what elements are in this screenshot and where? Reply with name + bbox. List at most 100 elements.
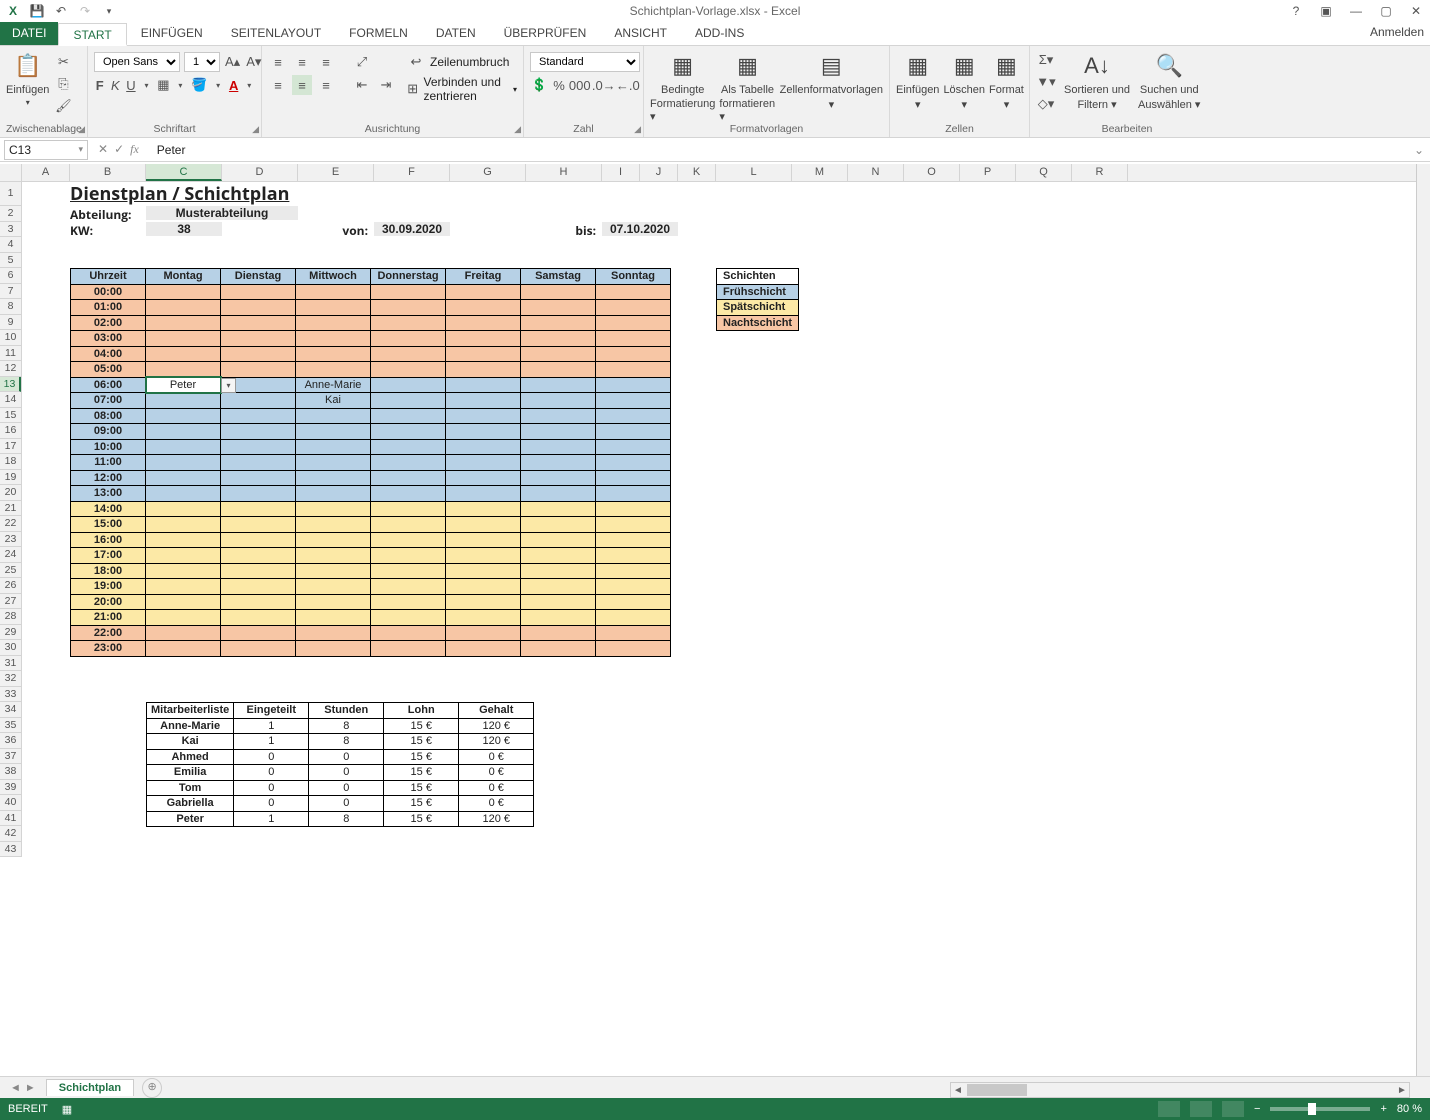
sched-cell[interactable] [146,362,221,378]
sched-cell[interactable] [446,315,521,331]
sched-cell[interactable] [296,641,371,657]
sched-cell[interactable] [371,594,446,610]
align-center-icon[interactable]: ≡ [292,75,312,95]
sched-cell[interactable] [296,362,371,378]
sheet-prev-icon[interactable]: ◄ [10,1082,21,1094]
sched-cell[interactable] [221,393,296,409]
time-cell[interactable]: 20:00 [71,594,146,610]
staff-cell[interactable]: Gabriella [147,796,234,812]
format-painter-icon[interactable]: 🖌 [53,96,73,116]
sched-cell[interactable] [221,501,296,517]
row-header[interactable]: 24 [0,547,21,563]
row-header[interactable]: 1 [0,182,21,206]
staff-cell[interactable]: 120 € [459,734,534,750]
time-cell[interactable]: 22:00 [71,625,146,641]
staff-cell[interactable]: 0 € [459,796,534,812]
orientation-icon[interactable]: ⤢ [352,52,372,72]
select-all-corner[interactable] [0,164,22,181]
sched-cell[interactable] [521,470,596,486]
staff-cell[interactable]: Tom [147,780,234,796]
sched-cell[interactable] [221,315,296,331]
sched-cell[interactable] [521,579,596,595]
sched-cell[interactable] [146,424,221,440]
sched-cell[interactable] [296,486,371,502]
tab-insert[interactable]: EINFÜGEN [127,22,217,45]
tab-file[interactable]: DATEI [0,22,58,45]
sched-cell[interactable] [446,393,521,409]
staff-cell[interactable]: 0 [234,796,309,812]
sched-cell[interactable] [521,563,596,579]
vertical-scrollbar[interactable] [1416,164,1430,1076]
expand-formula-icon[interactable]: ⌄ [1414,143,1424,157]
align-top-icon[interactable]: ≡ [268,52,288,72]
staff-table[interactable]: MitarbeiterlisteEingeteiltStundenLohnGeh… [146,702,534,827]
sched-cell[interactable] [371,579,446,595]
staff-cell[interactable]: 1 [234,811,309,827]
sched-cell[interactable] [446,408,521,424]
row-header[interactable]: 31 [0,656,21,672]
sched-cell[interactable] [221,300,296,316]
sched-cell[interactable] [371,331,446,347]
sched-cell[interactable] [296,563,371,579]
to-value[interactable]: 07.10.2020 [602,222,678,236]
time-cell[interactable]: 16:00 [71,532,146,548]
staff-cell[interactable]: 0 € [459,765,534,781]
sched-cell[interactable] [296,455,371,471]
sched-cell[interactable] [446,439,521,455]
tab-data[interactable]: DATEN [422,22,490,45]
row-header[interactable]: 33 [0,687,21,703]
row-header[interactable]: 28 [0,609,21,625]
align-left-icon[interactable]: ≡ [268,75,288,95]
thousands-icon[interactable]: 000 [570,75,590,95]
row-header[interactable]: 22 [0,516,21,532]
sched-cell[interactable] [446,579,521,595]
staff-cell[interactable]: 15 € [384,734,459,750]
sched-cell[interactable] [221,548,296,564]
sched-cell[interactable] [446,424,521,440]
cells-area[interactable]: Dienstplan / SchichtplanAbteilung:Muster… [22,182,1416,1076]
bold-button[interactable]: F [94,75,106,95]
sched-cell[interactable] [221,346,296,362]
row-header[interactable]: 37 [0,749,21,765]
time-cell[interactable]: 19:00 [71,579,146,595]
row-header[interactable]: 34 [0,702,21,718]
accept-formula-icon[interactable]: ✓ [114,142,124,157]
row-header[interactable]: 25 [0,563,21,579]
row-header[interactable]: 13 [0,377,21,393]
sched-cell[interactable] [446,532,521,548]
dept-value[interactable]: Musterabteilung [146,206,298,220]
col-header-J[interactable]: J [640,164,678,181]
sched-cell[interactable] [296,548,371,564]
time-cell[interactable]: 06:00 [71,377,146,393]
redo-icon[interactable]: ↷ [76,2,94,20]
autosum-icon[interactable]: Σ▾ [1036,50,1056,70]
cancel-formula-icon[interactable]: ✕ [98,142,108,157]
sched-cell[interactable] [596,393,671,409]
sched-cell[interactable] [521,486,596,502]
schedule-table[interactable]: UhrzeitMontagDienstagMittwochDonnerstagF… [70,268,671,657]
sched-cell[interactable] [596,424,671,440]
sched-cell[interactable] [371,610,446,626]
sched-cell[interactable] [371,455,446,471]
add-sheet-button[interactable]: ⊕ [142,1078,162,1098]
sched-cell[interactable] [521,424,596,440]
col-header-H[interactable]: H [526,164,602,181]
sched-cell[interactable] [221,594,296,610]
fill-icon[interactable]: ▼▾ [1036,72,1056,92]
sched-cell[interactable] [146,331,221,347]
view-normal-icon[interactable] [1158,1101,1180,1117]
row-header[interactable]: 30 [0,640,21,656]
zoom-level[interactable]: 80 % [1397,1103,1422,1115]
minimize-icon[interactable]: — [1346,4,1366,18]
row-header[interactable]: 10 [0,330,21,346]
formula-input[interactable]: Peter [145,143,1430,157]
row-header[interactable]: 19 [0,470,21,486]
sched-cell[interactable] [446,470,521,486]
row-header[interactable]: 29 [0,625,21,641]
sched-cell[interactable] [146,610,221,626]
staff-cell[interactable]: 0 [309,780,384,796]
insert-cells-button[interactable]: ▦Einfügen▾ [896,50,939,111]
time-cell[interactable]: 09:00 [71,424,146,440]
sched-cell[interactable] [146,625,221,641]
staff-cell[interactable]: 0 € [459,780,534,796]
